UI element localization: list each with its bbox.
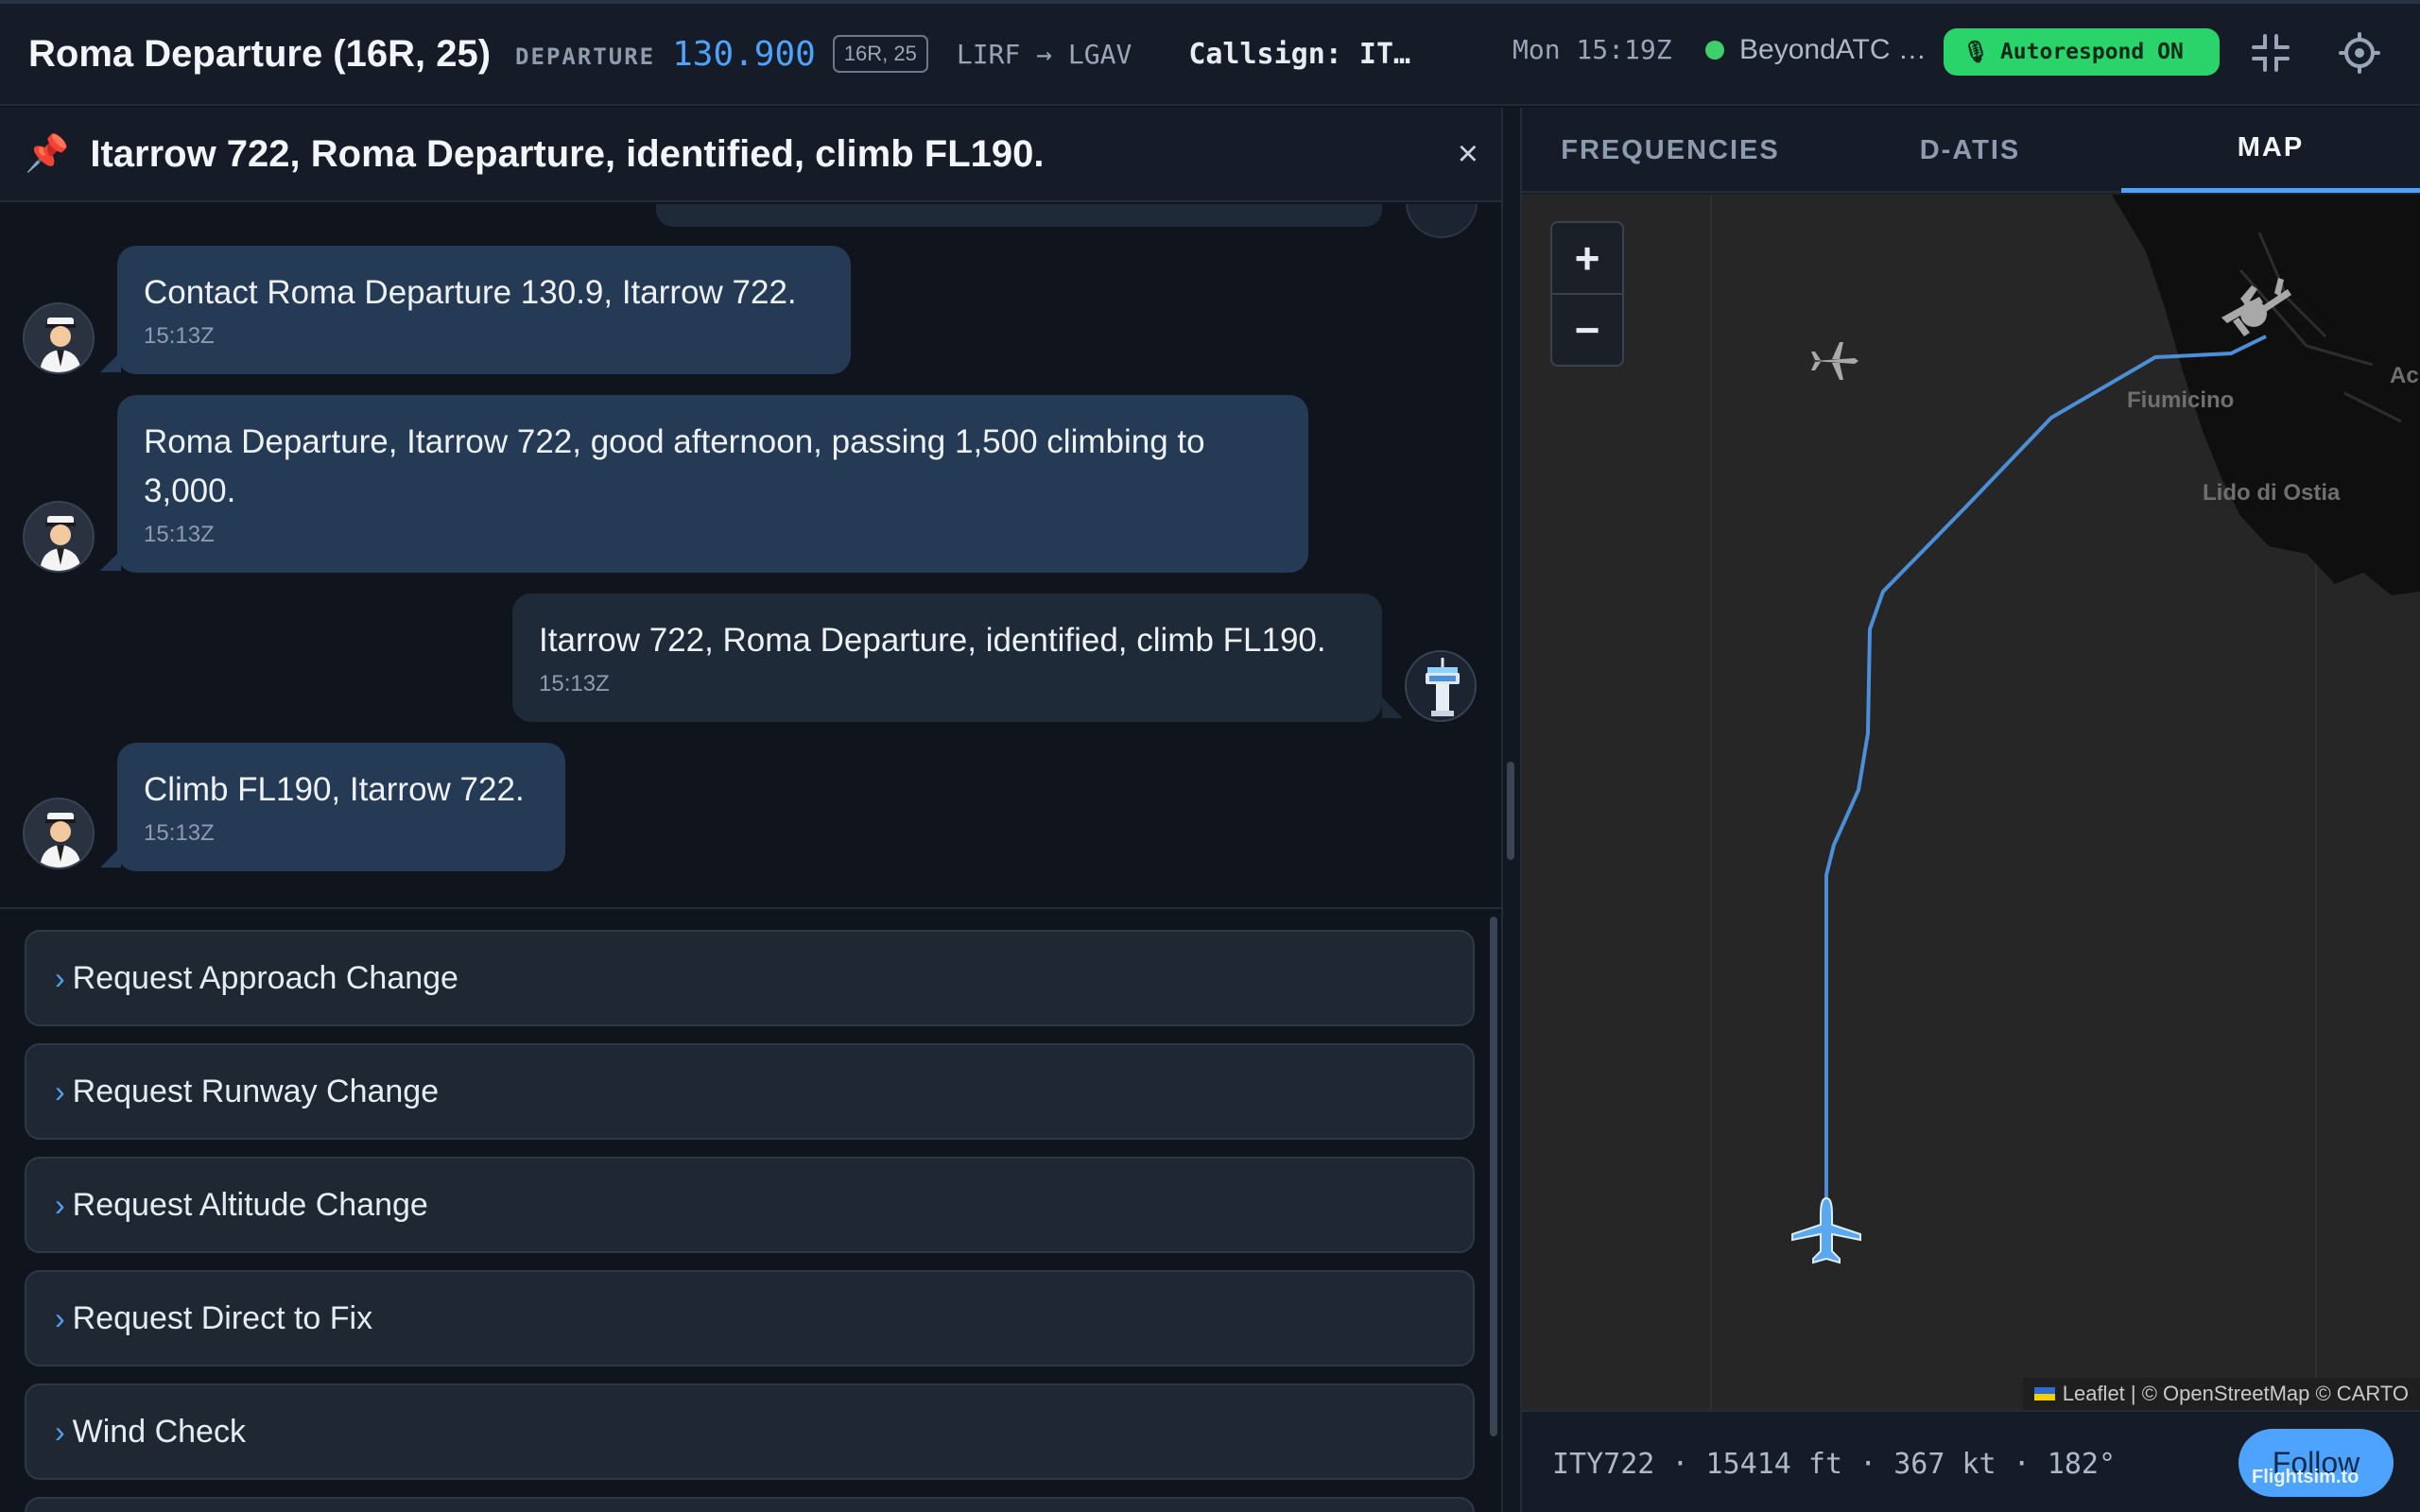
message-text: Itarrow 722, Roma Departure, identified,… bbox=[539, 622, 1326, 659]
status-dot-icon bbox=[1705, 41, 1724, 60]
action-request-approach-change[interactable]: › Request Approach Change bbox=[25, 930, 1475, 1026]
map-label-fiumicino: Fiumicino bbox=[2127, 387, 2235, 413]
quick-actions-list: › Request Approach Change › Request Runw… bbox=[0, 907, 1501, 1512]
chevron-right-icon: › bbox=[55, 1187, 65, 1222]
action-label: Request Altitude Change bbox=[72, 1186, 428, 1223]
aircraft-info: ITY722 · 15414 ft · 367 kt · 182° bbox=[1552, 1448, 2117, 1481]
map-attribution[interactable]: Leaflet | © OpenStreetMap © CARTO bbox=[2022, 1378, 2420, 1410]
clock: Mon 15:19Z bbox=[1512, 34, 1672, 65]
map-label-edge: Ac bbox=[2390, 363, 2419, 388]
message-text: Climb FL190, Itarrow 722. bbox=[144, 771, 525, 808]
pinned-message-text: Itarrow 722, Roma Departure, identified,… bbox=[90, 132, 1045, 175]
facility-role: DEPARTURE bbox=[515, 43, 656, 70]
pilot-avatar bbox=[23, 798, 95, 869]
microphone-icon: 🎙 bbox=[1962, 40, 1989, 64]
message-timestamp: 15:13Z bbox=[539, 671, 610, 696]
map-label-lido-di-ostia: Lido di Ostia bbox=[2203, 480, 2341, 506]
frequency-display: 130.900 bbox=[672, 34, 816, 74]
route-display: LIRF → LGAV bbox=[956, 38, 1132, 70]
attribution-text: Leaflet | © OpenStreetMap © CARTO bbox=[2062, 1382, 2409, 1405]
message-timestamp: 15:13Z bbox=[144, 522, 215, 547]
message-bubble-partial bbox=[656, 204, 1382, 227]
action-request-altitude-change[interactable]: › Request Altitude Change bbox=[25, 1157, 1475, 1253]
message-text: Contact Roma Departure 130.9, Itarrow 72… bbox=[144, 274, 797, 311]
message-bubble: Climb FL190, Itarrow 722. 15:13Z bbox=[117, 743, 565, 871]
settings-gear-icon[interactable] bbox=[2339, 32, 2380, 74]
chevron-right-icon: › bbox=[55, 960, 65, 995]
message-bubble: Contact Roma Departure 130.9, Itarrow 72… bbox=[117, 246, 851, 374]
message-timestamp: 15:13Z bbox=[144, 820, 215, 846]
pinned-message-bar: 📌 Itarrow 722, Roma Departure, identifie… bbox=[0, 108, 1501, 202]
bubble-tail bbox=[1382, 697, 1403, 718]
actions-scrollbar[interactable] bbox=[1490, 917, 1497, 1436]
tab-d-atis[interactable]: D-ATIS bbox=[1819, 108, 2121, 193]
status-label: BeyondATC … bbox=[1739, 34, 1927, 65]
message-text: Roma Departure, Itarrow 722, good aftern… bbox=[144, 423, 1205, 509]
pilot-avatar bbox=[23, 501, 95, 573]
flight-path bbox=[1824, 335, 2267, 1225]
tab-frequencies[interactable]: FREQUENCIES bbox=[1522, 108, 1819, 193]
map-view[interactable]: + − Fiumicino Lido di Ostia Ac Leaflet |… bbox=[1522, 195, 2420, 1410]
chat-log[interactable]: Contact Roma Departure 130.9, Itarrow 72… bbox=[0, 204, 1501, 907]
tower-avatar-partial bbox=[1406, 204, 1478, 238]
chevron-right-icon: › bbox=[55, 1074, 65, 1108]
action-request-direct-to-fix[interactable]: › Request Direct to Fix bbox=[25, 1270, 1475, 1366]
page-title: Roma Departure (16R, 25) bbox=[28, 32, 492, 75]
ukraine-flag-icon bbox=[2033, 1387, 2055, 1400]
action-label: Request Runway Change bbox=[72, 1073, 440, 1109]
map-footer: ITY722 · 15414 ft · 367 kt · 182° Follow… bbox=[1522, 1410, 2420, 1512]
pushpin-icon: 📌 bbox=[25, 134, 70, 174]
collapse-icon[interactable] bbox=[2250, 32, 2291, 74]
zoom-in-button[interactable]: + bbox=[1552, 223, 1622, 293]
message-timestamp: 15:13Z bbox=[144, 323, 215, 349]
action-label: Request Approach Change bbox=[72, 959, 458, 996]
tab-bar: FREQUENCIES D-ATIS MAP bbox=[1522, 108, 2420, 193]
message-bubble: Roma Departure, Itarrow 722, good aftern… bbox=[117, 395, 1308, 573]
message-bubble: Itarrow 722, Roma Departure, identified,… bbox=[512, 593, 1382, 722]
pilot-avatar bbox=[23, 302, 95, 374]
tab-map[interactable]: MAP bbox=[2121, 108, 2420, 193]
action-wind-check[interactable]: › Wind Check bbox=[25, 1383, 1475, 1480]
close-icon[interactable]: × bbox=[1458, 134, 1478, 175]
zoom-control: + − bbox=[1550, 221, 1624, 367]
autorespond-label: Autorespond ON bbox=[1999, 40, 2184, 64]
chevron-right-icon: › bbox=[55, 1414, 65, 1449]
chat-scrollbar[interactable] bbox=[1507, 762, 1514, 860]
callsign-display: Callsign: IT… bbox=[1188, 37, 1411, 71]
connection-status: BeyondATC … bbox=[1705, 34, 1927, 66]
action-label: Wind Check bbox=[72, 1413, 246, 1450]
runway-badge: 16R, 25 bbox=[832, 35, 928, 73]
action-label: Request Direct to Fix bbox=[72, 1299, 373, 1336]
right-panel: FREQUENCIES D-ATIS MAP + − Fiumicino Lid… bbox=[1522, 108, 2420, 1512]
action-partial[interactable] bbox=[25, 1497, 1475, 1512]
own-aircraft-icon bbox=[1791, 1196, 1861, 1264]
traffic-aircraft-icon bbox=[1811, 342, 1858, 380]
autorespond-toggle[interactable]: 🎙 Autorespond ON bbox=[1944, 28, 2220, 76]
chevron-right-icon: › bbox=[55, 1300, 65, 1335]
watermark: Flightsim.to bbox=[2252, 1467, 2360, 1487]
action-request-runway-change[interactable]: › Request Runway Change bbox=[25, 1043, 1475, 1140]
zoom-out-button[interactable]: − bbox=[1552, 295, 1622, 365]
tower-avatar bbox=[1405, 650, 1477, 722]
